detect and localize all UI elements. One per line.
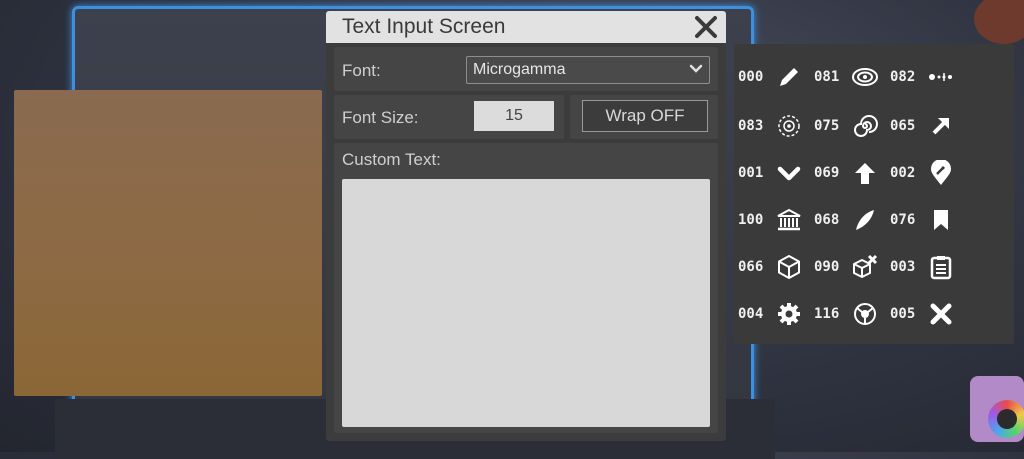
palette-item[interactable]: 116: [814, 299, 880, 329]
palette-item[interactable]: 068: [814, 205, 880, 235]
palette-item[interactable]: 065: [890, 111, 956, 141]
dialog-titlebar: Text Input Screen: [326, 11, 726, 43]
text-input-dialog: Text Input Screen Font: Microgamma Font …: [326, 11, 726, 441]
map-pin-rocket-icon: [926, 158, 956, 188]
palette-code: 065: [890, 118, 916, 134]
palette-code: 083: [738, 118, 764, 134]
arrow-up-right-icon: [926, 111, 956, 141]
font-select[interactable]: Microgamma: [466, 56, 710, 84]
palette-code: 090: [814, 259, 840, 275]
icon-palette: 000 081 082 083 075 065 001 069 002 100 …: [734, 44, 1014, 344]
spiral-icon: [850, 111, 880, 141]
palette-code: 076: [890, 212, 916, 228]
palette-code: 100: [738, 212, 764, 228]
palette-item[interactable]: 002: [890, 158, 956, 188]
bookmark-icon: [926, 205, 956, 235]
palette-code: 068: [814, 212, 840, 228]
palette-code: 000: [738, 69, 764, 85]
palette-item[interactable]: 000: [738, 62, 804, 92]
dialog-title: Text Input Screen: [342, 15, 506, 38]
font-size-label: Font Size:: [342, 108, 419, 127]
gear-icon: [774, 299, 804, 329]
palette-item[interactable]: 100: [738, 205, 804, 235]
palette-code: 069: [814, 165, 840, 181]
pencil-icon: [774, 62, 804, 92]
palette-item[interactable]: 003: [890, 252, 956, 282]
dots-line-icon: [926, 62, 956, 92]
background-wheel: [988, 400, 1024, 438]
palette-item[interactable]: 066: [738, 252, 804, 282]
palette-code: 082: [890, 69, 916, 85]
palette-item[interactable]: 069: [814, 158, 880, 188]
palette-code: 004: [738, 306, 764, 322]
close-x-icon: [926, 299, 956, 329]
close-icon: [695, 16, 717, 38]
chevron-down-icon: [774, 158, 804, 188]
font-size-input[interactable]: 15: [474, 101, 554, 131]
galaxy-icon: [850, 62, 880, 92]
palette-item[interactable]: 082: [890, 62, 956, 92]
palette-item[interactable]: 004: [738, 299, 804, 329]
bank-icon: [774, 205, 804, 235]
palette-item[interactable]: 076: [890, 205, 956, 235]
palette-item[interactable]: 081: [814, 62, 880, 92]
close-button[interactable]: [692, 13, 720, 41]
custom-text-area[interactable]: [342, 179, 710, 427]
palette-code: 116: [814, 306, 840, 322]
emblem-icon: [850, 299, 880, 329]
wrap-toggle-button[interactable]: Wrap OFF: [582, 100, 708, 132]
target-icon: [774, 111, 804, 141]
font-select-value: Microgamma: [473, 61, 566, 78]
palette-item[interactable]: 005: [890, 299, 956, 329]
palette-item[interactable]: 075: [814, 111, 880, 141]
arrow-up-icon: [850, 158, 880, 188]
palette-code: 075: [814, 118, 840, 134]
palette-item[interactable]: 090: [814, 252, 880, 282]
clipboard-icon: [926, 252, 956, 282]
chevron-down-icon: [689, 64, 703, 73]
custom-text-label: Custom Text:: [342, 150, 441, 169]
palette-code: 003: [890, 259, 916, 275]
palette-item[interactable]: 083: [738, 111, 804, 141]
font-label: Font:: [342, 61, 381, 80]
palette-item[interactable]: 001: [738, 158, 804, 188]
palette-code: 001: [738, 165, 764, 181]
palette-code: 002: [890, 165, 916, 181]
palette-code: 081: [814, 69, 840, 85]
background-brown-block: [14, 90, 322, 396]
palette-code: 005: [890, 306, 916, 322]
cube-remove-icon: [850, 252, 880, 282]
palette-code: 066: [738, 259, 764, 275]
feather-icon: [850, 205, 880, 235]
cube-icon: [774, 252, 804, 282]
